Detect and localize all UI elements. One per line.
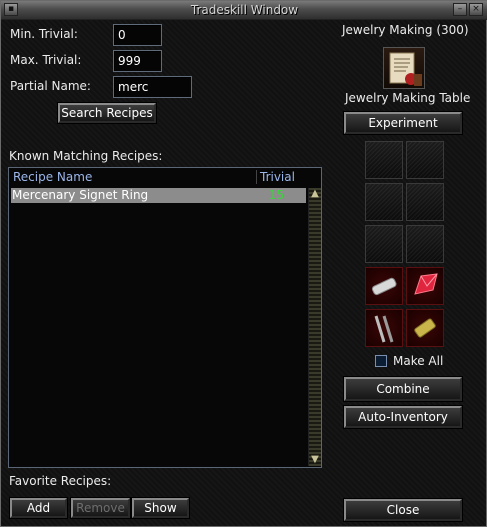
search-recipes-button[interactable]: Search Recipes [57, 102, 157, 124]
combine-button[interactable]: Combine [343, 376, 463, 402]
skill-label: Jewelry Making (300) [342, 23, 469, 37]
combine-slot-9[interactable] [365, 309, 403, 347]
combine-slot-1[interactable] [365, 141, 403, 179]
scrollbar[interactable]: ▲ ▼ [308, 188, 321, 466]
min-trivial-label: Min. Trivial: [10, 27, 78, 41]
column-header-recipe-name[interactable]: Recipe Name [13, 170, 92, 184]
combine-slot-4[interactable] [406, 183, 444, 221]
scroll-up-icon[interactable]: ▲ [309, 188, 321, 200]
recipe-list[interactable]: Recipe Name Trivial Mercenary Signet Rin… [8, 167, 322, 468]
wire-tools-icon [374, 315, 394, 343]
column-header-trivial[interactable]: Trivial [260, 170, 295, 184]
min-trivial-field[interactable]: 0 [113, 24, 162, 46]
known-recipes-label: Known Matching Recipes: [9, 149, 163, 163]
combine-slot-8[interactable] [406, 267, 444, 305]
recipe-name-cell: Mercenary Signet Ring [12, 188, 149, 202]
favorite-recipes-label: Favorite Recipes: [9, 474, 112, 488]
tradeskill-window: Tradeskill Window ▪ – × Min. Trivial: 0 … [0, 0, 487, 527]
close-button[interactable]: Close [343, 498, 463, 522]
show-favorites-button[interactable]: Show [131, 497, 190, 519]
combine-slot-10[interactable] [406, 309, 444, 347]
combine-slot-5[interactable] [365, 225, 403, 263]
window-menu-icon[interactable]: ▪ [4, 3, 18, 16]
make-all-label: Make All [393, 354, 444, 368]
container-name: Jewelry Making Table [345, 91, 471, 105]
remove-favorite-button[interactable]: Remove [70, 497, 131, 519]
column-divider [256, 170, 257, 184]
experiment-button[interactable]: Experiment [343, 111, 463, 135]
scroll-down-icon[interactable]: ▼ [309, 454, 321, 466]
add-favorite-button[interactable]: Add [9, 497, 68, 519]
max-trivial-label: Max. Trivial: [10, 53, 82, 67]
container-icon [383, 47, 425, 89]
max-trivial-field[interactable]: 999 [113, 50, 162, 72]
table-row[interactable]: Mercenary Signet Ring 15 [11, 188, 306, 203]
auto-inventory-button[interactable]: Auto-Inventory [343, 405, 463, 429]
title-bar[interactable]: Tradeskill Window ▪ – × [1, 1, 487, 20]
combine-slot-2[interactable] [406, 141, 444, 179]
combine-slot-7[interactable] [365, 267, 403, 305]
combine-slot-6[interactable] [406, 225, 444, 263]
ruby-icon [414, 273, 438, 295]
partial-name-label: Partial Name: [10, 79, 91, 93]
minimize-icon[interactable]: – [453, 3, 467, 16]
gold-bar-icon [414, 318, 436, 338]
partial-name-field[interactable]: merc [113, 76, 192, 98]
scroll-deed-icon [389, 52, 422, 86]
combine-slot-3[interactable] [365, 183, 403, 221]
recipe-trivial-cell: 15 [269, 188, 285, 202]
silver-bar-icon [371, 277, 397, 296]
close-window-icon[interactable]: × [469, 3, 483, 16]
make-all-checkbox[interactable] [375, 355, 387, 367]
window-title: Tradeskill Window [190, 3, 299, 17]
